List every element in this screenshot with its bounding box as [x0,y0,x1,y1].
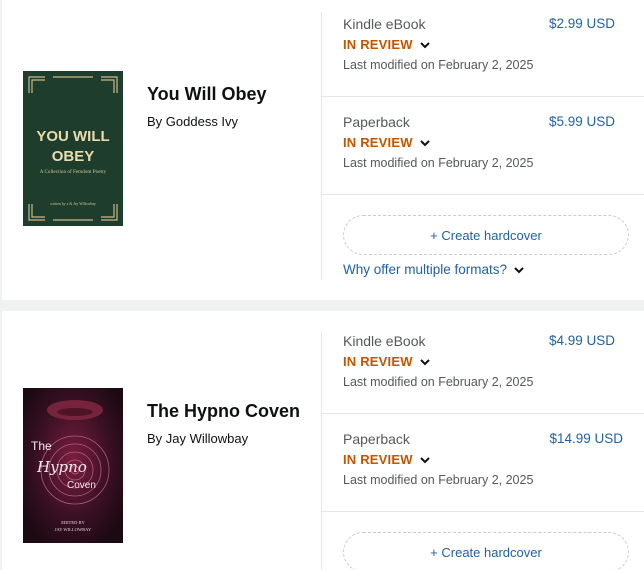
status-label: IN REVIEW [343,37,413,52]
cover-subtitle: A Collection of Femdom Poetry [40,168,107,175]
status-label: IN REVIEW [343,135,413,150]
status-dropdown[interactable]: IN REVIEW [343,354,633,369]
create-hardcover-button[interactable]: + Create hardcover [343,215,629,255]
format-paperback: Paperback IN REVIEW Last modified on Feb… [343,431,633,487]
chevron-down-icon [514,266,524,273]
bookshelf-page: YOU WILL OBEY A Collection of Femdom Poe… [0,0,644,570]
cover-title-hypno: Hypno [36,458,87,476]
create-hardcover-button[interactable]: + Create hardcover [343,532,629,570]
price: $14.99 USD [549,431,623,446]
cover-title-coven: Coven [67,480,96,491]
cover-heading-1: YOU WILL [36,128,109,145]
price: $4.99 USD [548,333,615,348]
status-label: IN REVIEW [343,452,413,467]
book-card: YOU WILL OBEY A Collection of Femdom Poe… [2,0,644,300]
book-author: By Jay Willowbay [147,431,249,446]
last-modified: Last modified on February 2, 2025 [343,473,534,487]
chevron-down-icon [419,41,430,48]
cover-credit-2: JAY WILLOWBAY [55,527,92,532]
format-kindle-ebook: Kindle eBook IN REVIEW Last modified on … [343,16,633,72]
divider [321,12,322,280]
book-card: The Hypno Coven EDITED BY JAY WILLOWBAY … [2,311,644,570]
cover-title-the: The [31,439,52,453]
status-dropdown[interactable]: IN REVIEW [343,452,633,467]
status-dropdown[interactable]: IN REVIEW [343,135,633,150]
chevron-down-icon [419,456,430,463]
last-modified: Last modified on February 2, 2025 [343,375,534,389]
status-label: IN REVIEW [343,354,413,369]
cover-credit-1: EDITED BY [61,520,85,525]
status-dropdown[interactable]: IN REVIEW [343,37,633,52]
divider [321,331,322,570]
book-title[interactable]: You Will Obey [147,84,267,105]
chevron-down-icon [419,358,430,365]
divider [322,96,644,97]
book-cover[interactable]: The Hypno Coven EDITED BY JAY WILLOWBAY [23,388,123,543]
divider [322,413,644,414]
cover-art-the-hypno-coven: The Hypno Coven EDITED BY JAY WILLOWBAY [23,388,123,543]
format-kindle-ebook: Kindle eBook IN REVIEW Last modified on … [343,333,633,389]
price: $2.99 USD [548,16,615,31]
book-author: By Goddess Ivy [147,114,239,129]
last-modified: Last modified on February 2, 2025 [343,156,534,170]
cover-credit: written by x & Jay Willowbay [50,202,96,206]
book-title[interactable]: The Hypno Coven [147,401,300,422]
book-cover[interactable]: YOU WILL OBEY A Collection of Femdom Poe… [23,71,123,226]
format-paperback: Paperback IN REVIEW Last modified on Feb… [343,114,633,170]
cover-art-you-will-obey: YOU WILL OBEY A Collection of Femdom Poe… [23,71,123,226]
divider [322,511,644,512]
last-modified: Last modified on February 2, 2025 [343,58,534,72]
cover-heading-2: OBEY [52,148,95,165]
why-link-label: Why offer multiple formats? [343,262,508,277]
why-multiple-formats-link[interactable]: Why offer multiple formats? [343,262,525,277]
divider [322,194,644,195]
chevron-down-icon [419,139,430,146]
price: $5.99 USD [548,114,615,129]
